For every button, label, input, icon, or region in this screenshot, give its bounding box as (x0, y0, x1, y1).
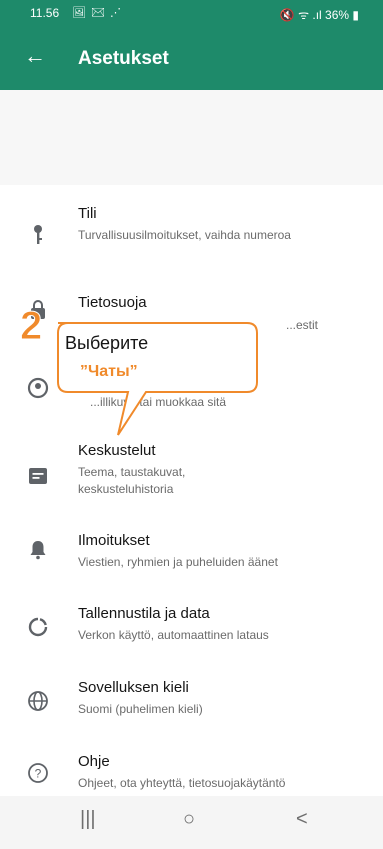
callout-instruction: Выберите (65, 333, 149, 353)
settings-item-chats[interactable]: Keskustelut Teema, taustakuvat, keskuste… (0, 442, 383, 502)
data-usage-icon (28, 617, 48, 637)
settings-item-subtitle: ...illikuva tai muokkaa sitä (90, 395, 227, 409)
settings-item-subtitle: Viestien, ryhmien ja puheluiden äänet (78, 555, 278, 569)
status-notification-icons: 🖼 ✉ ⋰ (72, 7, 123, 19)
settings-item-title: Keskustelut (78, 442, 156, 459)
svg-text:?: ? (35, 767, 42, 781)
home-button[interactable]: ○ (183, 808, 195, 831)
globe-icon (28, 691, 48, 711)
callout-step-number: 2 (19, 304, 43, 349)
help-icon: ? (28, 763, 48, 783)
settings-item-privacy[interactable]: Tietosuoja ...estit (0, 294, 383, 354)
settings-item-account[interactable]: Tili Turvallisuusilmoitukset, vaihda num… (0, 205, 383, 265)
settings-item-subtitle: Turvallisuusilmoitukset, vaihda numeroa (78, 228, 291, 242)
settings-item-language[interactable]: Sovelluksen kieli Suomi (puhelimen kieli… (0, 679, 383, 739)
settings-item-subtitle: Ohjeet, ota yhteyttä, tietosuojakäytäntö (78, 776, 286, 790)
page-title: Asetukset (78, 48, 169, 69)
settings-item-subtitle: ...estit (286, 318, 319, 332)
chat-icon (29, 468, 47, 484)
profile-placeholder-area (0, 90, 383, 185)
settings-item-subtitle: Suomi (puhelimen kieli) (78, 702, 203, 716)
status-right-indicators: 🔇 ᯤ .ıl 36% ▮ (279, 8, 359, 22)
callout-target-label: ”Чаты” (80, 363, 138, 380)
avatar-icon (27, 377, 49, 399)
bell-icon (30, 541, 46, 560)
status-bar: 11.56 🖼 ✉ ⋰ 🔇 ᯤ .ıl 36% ▮ (0, 0, 383, 28)
settings-item-title: Ohje (78, 753, 110, 770)
settings-item-storage[interactable]: Tallennustila ja data Verkon käyttö, aut… (0, 605, 383, 665)
status-time: 11.56 (30, 6, 60, 20)
settings-item-subtitle: Verkon käyttö, automaattinen lataus (78, 628, 269, 642)
key-icon (34, 225, 42, 244)
settings-item-title: Tili (78, 205, 97, 222)
settings-item-title: Sovelluksen kieli (78, 679, 189, 696)
app-bar: ← Asetukset (0, 28, 383, 90)
settings-item-title: Tallennustila ja data (78, 605, 210, 622)
recents-button[interactable]: ||| (80, 808, 96, 831)
settings-item-title: Ilmoitukset (78, 532, 150, 549)
settings-item-subtitle: Teema, taustakuvat, keskusteluhistoria (78, 465, 186, 496)
settings-item-notifications[interactable]: Ilmoitukset Viestien, ryhmien ja puhelui… (0, 532, 383, 592)
settings-item-avatar[interactable]: ...illikuva tai muokkaa sitä (0, 377, 383, 440)
nav-back-button[interactable]: < (296, 808, 308, 831)
back-arrow-icon[interactable]: ← (24, 42, 46, 70)
settings-item-title: Tietosuoja (78, 294, 147, 311)
system-nav-bar: ||| ○ < (0, 796, 383, 849)
